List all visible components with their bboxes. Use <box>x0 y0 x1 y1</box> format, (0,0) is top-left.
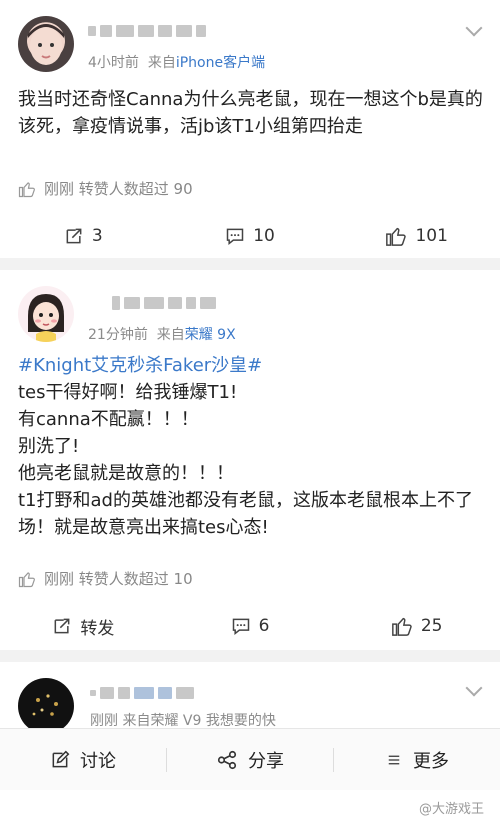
username-redacted[interactable] <box>112 294 216 312</box>
like-count: 25 <box>420 616 443 636</box>
post-source[interactable]: 荣耀 9X <box>185 327 236 343</box>
post-text-line: 别洗了! <box>18 436 80 457</box>
post-text-line: 他亮老鼠就是故意的！！！ <box>18 463 234 484</box>
repost-count: 3 <box>91 226 103 246</box>
topic-hashtag-link[interactable]: #Knight艾克秒杀Faker沙皇# <box>18 352 484 379</box>
like-count: 101 <box>415 226 448 246</box>
reaction-summary-text: 刚刚 转赞人数超过 10 <box>44 570 193 588</box>
post-actions: 转发 6 25 <box>0 604 500 648</box>
reaction-summary-text: 刚刚 转赞人数超过 90 <box>44 180 193 198</box>
post-meta: 21分钟前 来自荣耀 9X <box>88 324 236 344</box>
like-button[interactable]: 25 <box>333 615 500 637</box>
reaction-summary: 刚刚 转赞人数超过 90 <box>18 178 193 199</box>
comment-count: 10 <box>253 226 275 246</box>
avatar-image <box>32 694 58 716</box>
thumbs-up-icon <box>391 617 412 636</box>
post-text-line: tes干得好啊！给我锤爆T1! <box>18 382 238 403</box>
share-icon <box>217 750 237 769</box>
post-meta: 刚刚 来自荣耀 V9 我想要的快 <box>90 710 276 728</box>
comment-button[interactable]: 10 <box>167 226 334 246</box>
thumbs-up-icon <box>386 227 407 246</box>
discuss-tab-label: 讨论 <box>80 750 116 772</box>
repost-label: 转发 <box>80 618 115 639</box>
repost-icon <box>54 618 70 634</box>
post-menu-chevron-icon[interactable] <box>465 19 483 37</box>
repost-icon <box>66 228 82 244</box>
repost-button[interactable]: 3 <box>0 226 167 246</box>
comment-count: 6 <box>258 616 270 636</box>
post-via: 来自 <box>156 327 185 343</box>
post-meta-text: 刚刚 来自荣耀 V9 我想要的快 <box>90 713 276 728</box>
edit-icon <box>52 750 70 767</box>
post-content: #Knight艾克秒杀Faker沙皇# tes干得好啊！给我锤爆T1! 有can… <box>18 352 484 541</box>
post-via: 来自 <box>147 55 176 71</box>
post-separator <box>0 650 500 662</box>
avatar[interactable] <box>18 678 74 728</box>
thumbs-up-icon <box>18 571 35 587</box>
watermark-text: @大游戏王 <box>418 802 484 817</box>
avatar[interactable] <box>18 286 74 342</box>
username-redacted[interactable] <box>88 22 206 40</box>
username-redacted[interactable] <box>90 684 194 702</box>
post-time: 21分钟前 <box>88 327 148 343</box>
discuss-tab[interactable]: 讨论 <box>0 747 166 773</box>
post-1: 4小时前 来自iPhone客户端 我当时还奇怪Canna为什么亮老鼠，现在一想这… <box>0 0 500 258</box>
post-3: 刚刚 来自荣耀 V9 我想要的快 <box>0 662 500 728</box>
bottom-action-bar: 讨论 分享 更多 <box>0 728 500 790</box>
like-button[interactable]: 101 <box>333 225 500 247</box>
comment-icon <box>226 228 244 246</box>
comment-icon <box>232 618 249 636</box>
post-text-line: 有canna不配赢！！！ <box>18 409 199 430</box>
more-lines-icon <box>388 755 400 764</box>
thumbs-up-icon <box>18 181 35 197</box>
repost-button[interactable]: 转发 <box>0 614 167 639</box>
watermark: @大游戏王 <box>419 798 484 817</box>
post-actions: 3 10 101 <box>0 214 500 258</box>
post-text: 我当时还奇怪Canna为什么亮老鼠，现在一想这个b是真的该死，拿疫情说事，活jb… <box>18 89 483 137</box>
post-menu-chevron-icon[interactable] <box>465 679 483 697</box>
comment-button[interactable]: 6 <box>167 616 334 636</box>
post-text-line: t1打野和ad的英雄池都没有老鼠，这版本老鼠根本上不了场！就是故意亮出来搞tes… <box>18 490 473 538</box>
more-tab-label: 更多 <box>413 750 449 772</box>
more-tab[interactable]: 更多 <box>334 747 500 773</box>
reaction-summary: 刚刚 转赞人数超过 10 <box>18 568 193 589</box>
post-meta: 4小时前 来自iPhone客户端 <box>88 52 265 72</box>
post-content: 我当时还奇怪Canna为什么亮老鼠，现在一想这个b是真的该死，拿疫情说事，活jb… <box>18 86 484 140</box>
post-2: 21分钟前 来自荣耀 9X #Knight艾克秒杀Faker沙皇# tes干得好… <box>0 270 500 650</box>
share-tab[interactable]: 分享 <box>167 747 333 773</box>
avatar-image <box>28 24 64 65</box>
post-time: 4小时前 <box>88 55 139 71</box>
post-source[interactable]: iPhone客户端 <box>176 55 265 71</box>
post-separator <box>0 258 500 270</box>
share-tab-label: 分享 <box>248 750 284 772</box>
avatar[interactable] <box>18 16 74 72</box>
avatar-image <box>28 294 64 342</box>
